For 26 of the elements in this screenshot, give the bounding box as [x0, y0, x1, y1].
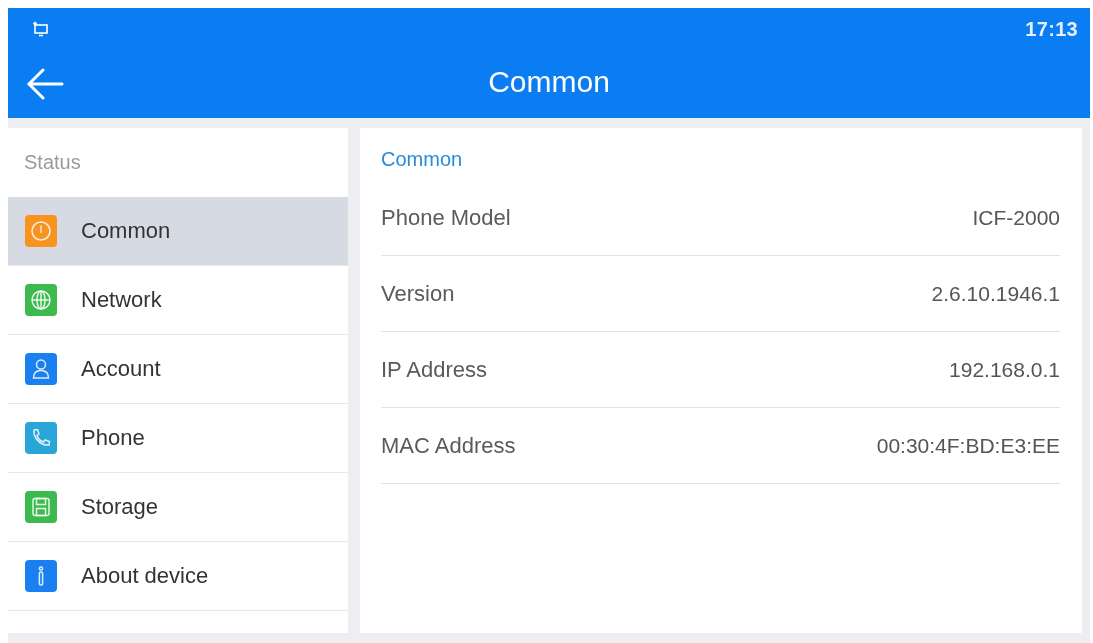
field-label: MAC Address [381, 432, 516, 459]
clock-time: 17:13 [1025, 17, 1078, 41]
item-label: Phone [81, 425, 145, 451]
sidebar-item[interactable]: Account [8, 335, 348, 404]
item-label: About device [81, 563, 209, 589]
item-label: Account [81, 356, 161, 382]
field-label: Phone Model [381, 204, 511, 231]
page-title: Common [488, 65, 610, 99]
sidebar-item[interactable]: Phone [8, 404, 348, 473]
item-label: Storage [81, 494, 159, 520]
sidebar-item[interactable]: Common [8, 197, 348, 266]
sidebar-item[interactable]: Storage [8, 473, 348, 542]
back-button[interactable] [26, 68, 64, 100]
field-value: 2.6.10.1946.1 [931, 281, 1060, 306]
field-label: IP Address [381, 356, 487, 383]
sidebar-item[interactable]: About device [8, 542, 348, 611]
field-value: ICF-2000 [972, 205, 1060, 230]
sidebar-item[interactable]: Network [8, 266, 348, 335]
display-icon [32, 21, 48, 37]
field-value: 00:30:4F:BD:E3:EE [876, 433, 1060, 458]
field-value: 192.168.0.1 [949, 357, 1060, 382]
field-label: Version [381, 280, 455, 307]
section-heading: Common [381, 147, 463, 171]
section-heading: Status [24, 151, 81, 174]
item-label: Common [81, 218, 171, 244]
item-label: Network [81, 287, 162, 313]
